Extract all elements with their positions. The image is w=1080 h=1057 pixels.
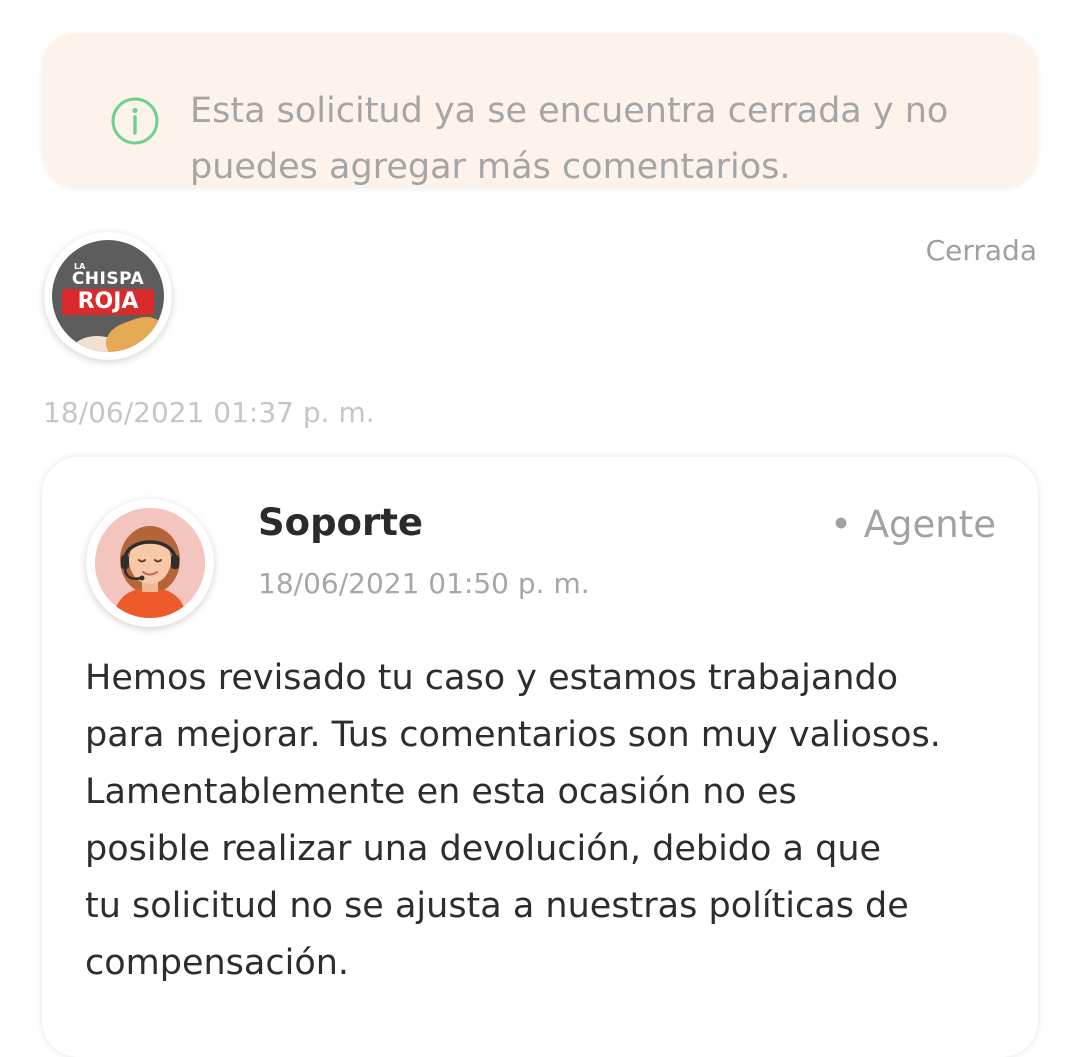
agent-avatar: [86, 499, 214, 627]
request-created-date: 18/06/2021 01:37 p. m.: [43, 396, 375, 429]
info-icon: [111, 97, 159, 145]
support-agent-icon: [95, 508, 205, 618]
comment-author-role: • Agente: [830, 503, 996, 546]
closed-request-banner: Esta solicitud ya se encuentra cerrada y…: [42, 33, 1038, 187]
request-status: Cerrada: [925, 234, 1037, 267]
comment-card: Soporte • Agente 18/06/2021 01:50 p. m. …: [42, 457, 1038, 1057]
comment-author: Soporte: [258, 501, 424, 544]
store-logo: LA CHISPA ROJA: [44, 232, 172, 360]
comment-body: Hemos revisado tu caso y estamos trabaja…: [85, 658, 941, 983]
banner-message: Esta solicitud ya se encuentra cerrada y…: [190, 91, 949, 187]
logo-text-chispa: CHISPA: [71, 269, 145, 289]
comment-date: 18/06/2021 01:50 p. m.: [258, 567, 590, 600]
logo-text-roja: ROJA: [62, 289, 154, 315]
